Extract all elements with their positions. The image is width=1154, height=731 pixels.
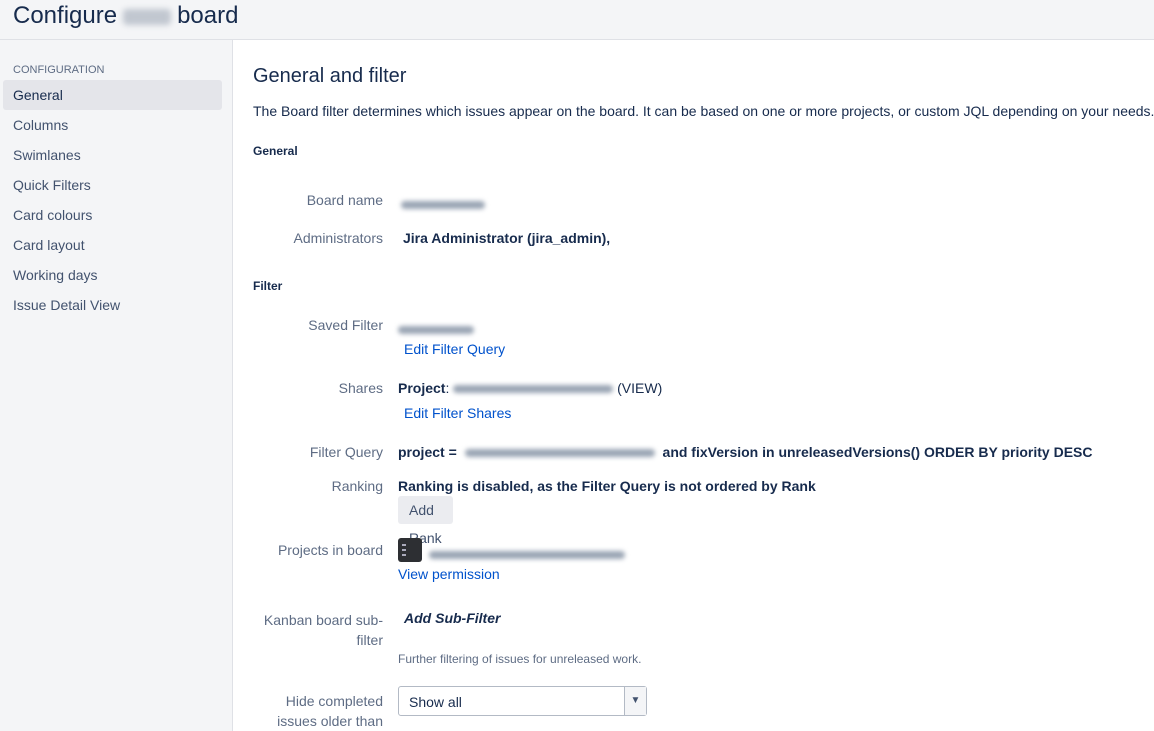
sidebar-item-columns[interactable]: Columns bbox=[3, 110, 222, 140]
sidebar-item-quick-filters[interactable]: Quick Filters bbox=[3, 170, 222, 200]
filter-query-value: project = and fixVersion in unreleasedVe… bbox=[398, 444, 1093, 460]
general-section-heading: General bbox=[253, 144, 298, 158]
project-name-value bbox=[429, 546, 625, 562]
view-permission-link[interactable]: View permission bbox=[398, 566, 500, 582]
ranking-value: Ranking is disabled, as the Filter Query… bbox=[398, 478, 816, 494]
hide-completed-selected-value: Show all bbox=[409, 694, 462, 710]
add-subfilter-link[interactable]: Add Sub-Filter bbox=[404, 610, 500, 626]
projects-in-board-label: Projects in board bbox=[277, 542, 383, 558]
sidebar-item-card-colours[interactable]: Card colours bbox=[3, 200, 222, 230]
page-title-end: board bbox=[177, 2, 239, 29]
administrators-label: Administrators bbox=[293, 230, 383, 246]
sidebar-item-general[interactable]: General bbox=[3, 80, 222, 110]
saved-filter-value bbox=[398, 321, 474, 337]
edit-filter-shares-link[interactable]: Edit Filter Shares bbox=[404, 405, 511, 421]
shares-value: Project: (VIEW) bbox=[398, 380, 663, 396]
sidebar-heading: CONFIGURATION bbox=[13, 64, 105, 76]
board-name-label: Board name bbox=[306, 192, 383, 208]
shares-label: Shares bbox=[338, 380, 383, 396]
filter-query-prefix: project = bbox=[398, 444, 457, 460]
top-header: Configure board bbox=[0, 0, 1154, 40]
administrators-value: Jira Administrator (jira_admin), bbox=[403, 230, 611, 246]
saved-filter-label: Saved Filter bbox=[308, 317, 383, 333]
filter-query-suffix: and fixVersion in unreleasedVersions() O… bbox=[662, 444, 1093, 460]
filter-query-label: Filter Query bbox=[309, 444, 383, 460]
page-title-start: Configure bbox=[13, 2, 118, 29]
shares-view-suffix: (VIEW) bbox=[617, 380, 663, 396]
sidebar: CONFIGURATION General Columns Swimlanes … bbox=[0, 40, 233, 731]
shares-project-prefix: Project bbox=[398, 380, 446, 396]
subfilter-label-line2: filter bbox=[356, 632, 383, 648]
section-description: The Board filter determines which issues… bbox=[253, 103, 1154, 119]
hide-completed-select[interactable]: Show all ▼ bbox=[398, 686, 647, 716]
subfilter-label-line1: Kanban board sub- bbox=[263, 612, 383, 628]
page-title: Configure board bbox=[13, 2, 238, 30]
hide-completed-line2: issues older than bbox=[277, 713, 383, 729]
hide-completed-label: Hide completed issues older than bbox=[243, 691, 383, 731]
redacted-board-name bbox=[123, 8, 172, 25]
sidebar-item-issue-detail-view[interactable]: Issue Detail View bbox=[3, 290, 222, 320]
ranking-label: Ranking bbox=[331, 478, 383, 494]
sidebar-item-card-layout[interactable]: Card layout bbox=[3, 230, 222, 260]
project-avatar-icon bbox=[398, 538, 422, 562]
filter-section-heading: Filter bbox=[253, 279, 283, 293]
chevron-down-icon[interactable]: ▼ bbox=[624, 687, 646, 715]
board-name-value bbox=[401, 196, 485, 212]
add-rank-button[interactable]: Add Rank bbox=[398, 496, 453, 546]
section-title: General and filter bbox=[253, 65, 407, 87]
subfilter-note: Further filtering of issues for unreleas… bbox=[398, 652, 642, 666]
edit-filter-query-link[interactable]: Edit Filter Query bbox=[404, 341, 505, 357]
kanban-subfilter-label: Kanban board sub- filter bbox=[243, 610, 383, 650]
sidebar-item-swimlanes[interactable]: Swimlanes bbox=[3, 140, 222, 170]
sidebar-item-working-days[interactable]: Working days bbox=[3, 260, 222, 290]
hide-completed-line1: Hide completed bbox=[285, 693, 383, 709]
